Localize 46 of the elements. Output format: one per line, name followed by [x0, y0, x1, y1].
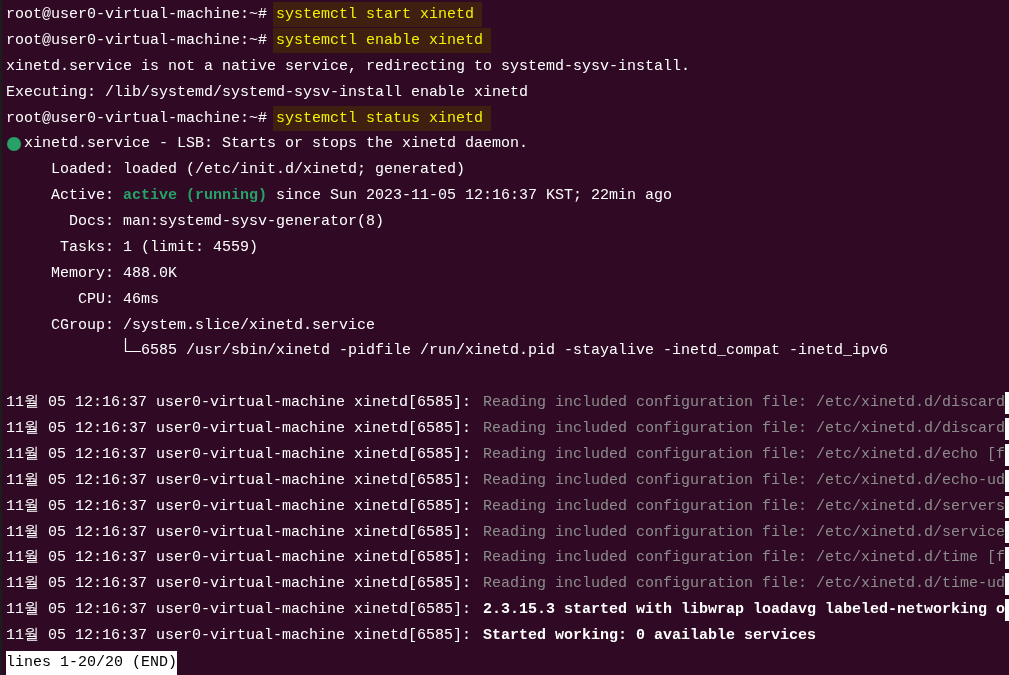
log-prefix: 11월 05 12:16:37 user0-virtual-machine xinetd[6585]: — [6, 419, 473, 439]
field-label: CGroup: — [50, 315, 114, 336]
log-message: 2.3.15.3 started with libwrap loadavg labeled-networking o — [483, 600, 1006, 621]
log-prefix: 11월 05 12:16:37 user0-virtual-machine xinetd[6585]: — [6, 522, 473, 543]
field-label: CPU: — [77, 289, 114, 310]
log-prefix: 11월 05 12:16:37 user0-virtual-machine xinetd[6585]: — [6, 574, 473, 595]
output-line: Executing: /lib/systemd/systemd-sysv-install enable xinetd — [6, 82, 529, 103]
log-prefix: 11월 05 12:16:37 user0-virtual-machine xinetd[6585]: — [6, 470, 473, 491]
field-value: 488.0K — [123, 263, 177, 284]
log-prefix: 11월 05 12:16:37 user0-virtual-machine xinetd[6585]: — [6, 626, 473, 646]
service-title: xinetd.service - LSB: Starts or stops the xinetd daemon. — [24, 134, 529, 155]
log-message: Reading included configuration file: /etc/xinetd.d/echo-ud — [483, 470, 1006, 491]
tree-branch-icon — [123, 338, 141, 353]
field-label: Tasks: — [59, 237, 114, 258]
field-value: /system.slice/xinetd.service — [123, 315, 376, 336]
field-value: man:systemd-sysv-generator(8) — [123, 212, 385, 232]
field-value: 1 (limit: 4559) — [123, 237, 259, 258]
log-message: Started working: 0 available services — [483, 626, 817, 646]
command-text: systemctl status xinetd — [273, 105, 492, 131]
shell-prompt: root@user0-virtual-machine:~# — [6, 108, 268, 129]
shell-prompt: root@user0-virtual-machine:~# — [6, 5, 268, 25]
log-message: Reading included configuration file: /etc/xinetd.d/time-ud — [483, 574, 1006, 595]
field-label: Memory: — [50, 263, 114, 284]
field-label: Active: — [50, 186, 114, 207]
field-label: Docs: — [68, 212, 114, 232]
log-prefix: 11월 05 12:16:37 user0-virtual-machine xinetd[6585]: — [6, 393, 473, 414]
field-label: Loaded: — [50, 160, 114, 181]
pager-status: lines 1-20/20 (END) — [6, 650, 178, 675]
log-message: Reading included configuration file: /etc/xinetd.d/discard — [483, 393, 1006, 414]
command-text: systemctl start xinetd — [273, 2, 483, 28]
log-message: Reading included configuration file: /etc/xinetd.d/servers — [483, 496, 1006, 517]
process-line: 6585 /usr/sbin/xinetd -pidfile /run/xinetd.pid -stayalive -inetd_compat -inetd_ipv6 — [141, 341, 889, 362]
output-line: xinetd.service is not a native service, redirecting to systemd-sysv-install. — [6, 56, 691, 77]
log-prefix: 11월 05 12:16:37 user0-virtual-machine xinetd[6585]: — [6, 548, 473, 569]
field-value: active (running) since Sun 2023-11-05 12:16:37 KST; 22min ago — [123, 186, 673, 207]
log-prefix: 11월 05 12:16:37 user0-virtual-machine xinetd[6585]: — [6, 496, 473, 517]
log-prefix: 11월 05 12:16:37 user0-virtual-machine xinetd[6585]: — [6, 444, 473, 465]
field-value: 46ms — [123, 289, 159, 310]
log-message: Reading included configuration file: /etc/xinetd.d/service — [483, 522, 1006, 543]
log-message: Reading included configuration file: /etc/xinetd.d/time [f — [483, 548, 1006, 569]
command-text: systemctl enable xinetd — [273, 28, 492, 54]
shell-prompt: root@user0-virtual-machine:~# — [6, 30, 268, 51]
log-message: Reading included configuration file: /etc/xinetd.d/discard — [483, 419, 1006, 439]
field-value: loaded (/etc/init.d/xinetd; generated) — [123, 160, 466, 181]
log-prefix: 11월 05 12:16:37 user0-virtual-machine xinetd[6585]: — [6, 600, 473, 621]
log-message: Reading included configuration file: /etc/xinetd.d/echo [f — [483, 444, 1006, 465]
